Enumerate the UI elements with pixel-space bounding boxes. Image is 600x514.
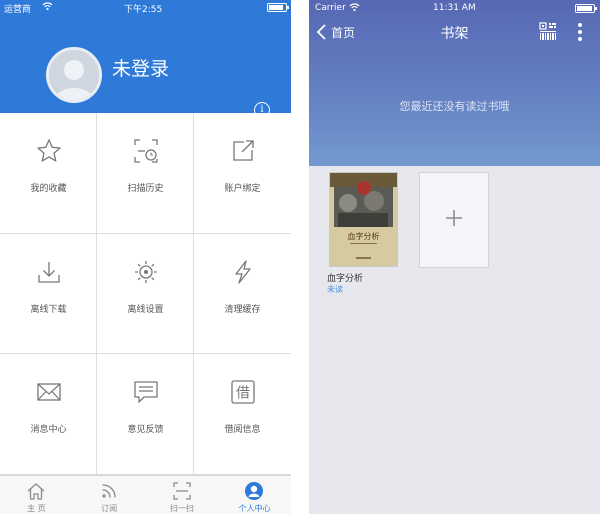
avatar[interactable] — [46, 47, 102, 103]
chat-icon — [134, 381, 158, 403]
grid-item-clear-cache[interactable]: 清理缓存 — [194, 234, 291, 355]
wifi-icon — [349, 2, 360, 15]
status-bar: Carrier 11:31 AM — [309, 0, 600, 16]
scan-history-icon — [134, 139, 158, 163]
book-read-status: 未读 — [327, 285, 343, 294]
plus-icon — [446, 210, 462, 226]
borrow-icon: 借 — [231, 380, 255, 404]
carrier-label: 运营商 — [4, 5, 32, 15]
barcode-icon[interactable] — [539, 22, 557, 41]
grid-item-offline-download[interactable]: 离线下载 — [0, 233, 97, 355]
add-book-button[interactable] — [419, 172, 489, 268]
tab-label: 扫一扫 — [169, 504, 194, 513]
grid-item-scan-history[interactable]: 扫描历史 — [97, 113, 194, 234]
tab-bar: 主 页 订阅 扫一扫 个人中心 — [0, 475, 291, 514]
tab-subscribe[interactable]: 订阅 — [73, 476, 146, 514]
grid-item-account-binding[interactable]: 账户绑定 — [194, 113, 291, 234]
grid-item-borrow-info[interactable]: 借 借阅信息 — [194, 354, 291, 475]
feature-grid: 我的收藏 扫描历史 账户绑定 离线下载 离线设置 清理缓存 消息中心 意见反馈 … — [0, 113, 291, 475]
tab-scan[interactable]: 扫一扫 — [146, 476, 219, 514]
battery-icon — [575, 4, 597, 13]
download-icon — [38, 261, 60, 283]
grid-item-label: 离线设置 — [127, 304, 164, 315]
grid-item-label: 清理缓存 — [224, 304, 261, 315]
mail-icon — [37, 383, 61, 401]
more-vertical-icon[interactable] — [575, 22, 585, 42]
tab-label: 个人中心 — [238, 504, 271, 513]
home-icon — [27, 483, 45, 500]
borrow-glyph: 借 — [236, 386, 250, 402]
settings-sun-icon — [135, 260, 157, 283]
book-cover[interactable]: 血字分析 — [329, 172, 398, 267]
battery-icon — [267, 3, 289, 12]
book-cover-art: 血字分析 — [330, 173, 397, 266]
book-cover-title: 血字分析 — [348, 231, 380, 241]
grid-item-label: 扫描历史 — [127, 184, 164, 194]
share-link-icon — [233, 140, 254, 161]
grid-item-label: 消息中心 — [30, 425, 67, 436]
status-bar: 运营商 下午2:55 — [0, 0, 291, 16]
tab-home[interactable]: 主 页 — [0, 476, 73, 514]
grid-item-label: 离线下载 — [30, 304, 67, 315]
grid-item-label: 我的收藏 — [30, 184, 67, 194]
wifi-icon — [42, 1, 53, 14]
lightning-icon — [235, 259, 251, 284]
status-time: 11:31 AM — [433, 3, 476, 13]
bookshelf-header: Carrier 11:31 AM 首页 书架 您最近还没有读过书哦 — [309, 0, 600, 166]
grid-item-label: 账户绑定 — [224, 184, 261, 194]
personal-center-screen: 运营商 下午2:55 未登录 i 我的收藏 扫描历史 账户绑定 离线下载 离线设… — [0, 0, 291, 514]
grid-item-offline-settings[interactable]: 离线设置 — [97, 233, 194, 355]
scan-icon — [172, 482, 191, 500]
bookshelf-screen: Carrier 11:31 AM 首页 书架 您最近还没有读过书哦 血字分析 血… — [309, 0, 600, 514]
star-icon — [37, 139, 61, 162]
grid-item-favorites[interactable]: 我的收藏 — [0, 113, 97, 234]
empty-shelf-message: 您最近还没有读过书哦 — [399, 100, 510, 113]
profile-header: 未登录 i — [0, 16, 291, 118]
book-title[interactable]: 血字分析 — [327, 271, 363, 284]
user-icon — [245, 482, 264, 500]
avatar-silhouette-icon — [55, 60, 93, 100]
grid-item-message-center[interactable]: 消息中心 — [0, 354, 97, 475]
grid-item-label: 意见反馈 — [127, 425, 164, 436]
tab-label: 订阅 — [101, 504, 118, 513]
login-status-label[interactable]: 未登录 — [112, 54, 169, 81]
tab-personal-center[interactable]: 个人中心 — [218, 476, 291, 514]
tab-label: 主 页 — [27, 504, 46, 513]
grid-item-label: 借阅信息 — [224, 425, 261, 436]
screenshot-divider — [291, 0, 309, 514]
status-time: 下午2:55 — [124, 5, 163, 15]
carrier-label: Carrier — [315, 3, 346, 13]
grid-item-feedback[interactable]: 意见反馈 — [97, 354, 194, 475]
rss-icon — [102, 484, 116, 498]
